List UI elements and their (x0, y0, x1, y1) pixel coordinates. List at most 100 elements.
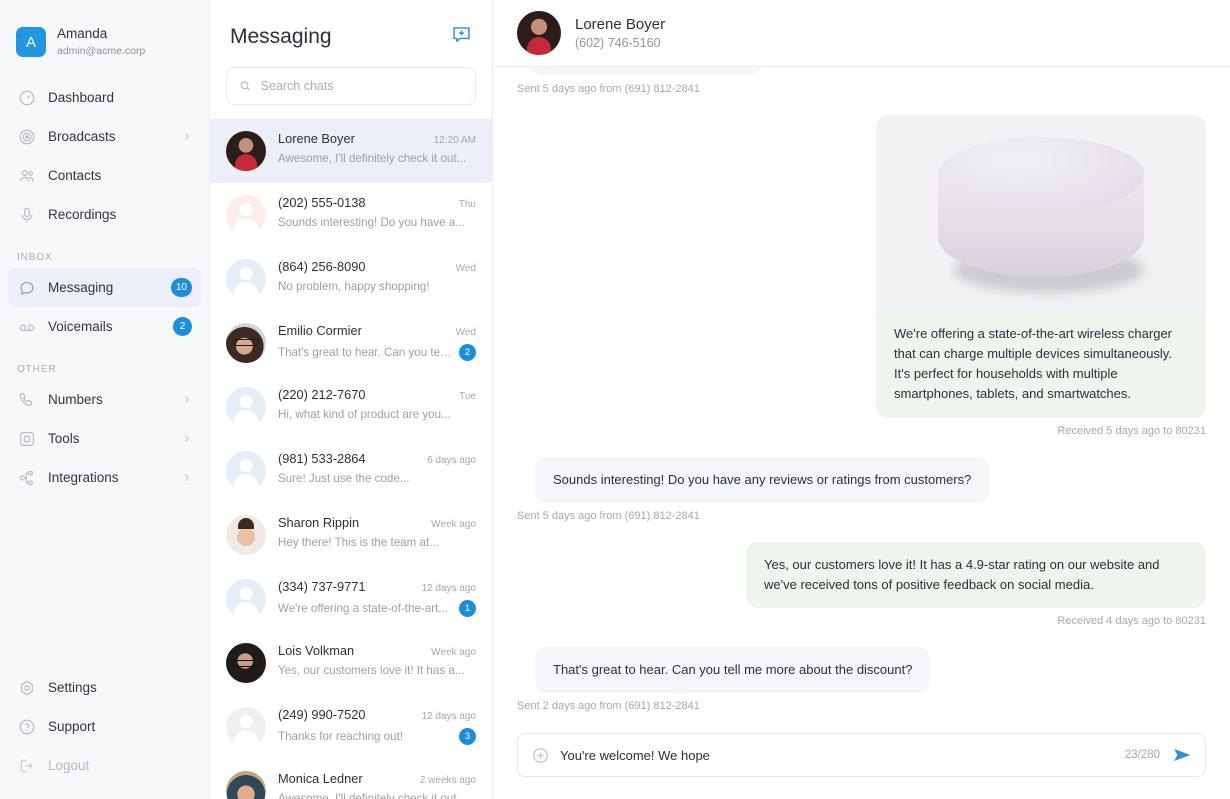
primary-nav: Dashboard Broadcasts Contacts Recordings (0, 78, 209, 234)
sidebar-item-label: Voicemails (48, 319, 113, 334)
sidebar: A Amanda admin@acme.corp Dashboard Broad… (0, 0, 210, 799)
sidebar-item-messaging[interactable]: Messaging 10 (8, 268, 201, 307)
chat-time: 12 days ago (421, 710, 477, 722)
sidebar-item-numbers[interactable]: Numbers (8, 380, 201, 419)
profile-name: Amanda (57, 26, 108, 41)
section-label-inbox: INBOX (17, 252, 53, 263)
sidebar-item-label: Support (48, 719, 96, 734)
avatar (226, 706, 266, 747)
chat-time: 12:20 AM (433, 134, 476, 146)
message-incoming: Sounds interesting! Do you have any revi… (517, 456, 1206, 542)
list-item[interactable]: (334) 737-9771 12 days ago We're offerin… (210, 567, 492, 631)
voicemail-icon (17, 317, 36, 336)
dashboard-icon (17, 88, 36, 107)
conversation-header: Lorene Boyer (602) 746-5160 (493, 0, 1230, 67)
help-circle-icon (17, 717, 36, 736)
list-item[interactable]: Emilio Cormier Wed That's great to hear.… (210, 311, 492, 375)
list-item[interactable]: Lois Volkman Week ago Yes, our customers… (210, 631, 492, 695)
section-label-other: OTHER (17, 364, 57, 375)
chat-time: 6 days ago (427, 454, 476, 466)
message-meta: Sent 5 days ago from (691) 812-2841 (517, 83, 700, 95)
message-text: We're offering a state-of-the-art wirele… (876, 311, 1206, 418)
clipped-message-bubble (528, 67, 763, 75)
user-profile[interactable]: A Amanda admin@acme.corp (0, 12, 209, 64)
list-item[interactable]: (249) 990-7520 12 days ago Thanks for re… (210, 695, 492, 759)
avatar (226, 578, 266, 619)
message-composer[interactable]: 23/280 (517, 733, 1206, 777)
sidebar-item-voicemails[interactable]: Voicemails 2 (8, 307, 201, 346)
list-item[interactable]: (864) 256-8090 Wed No problem, happy sho… (210, 247, 492, 311)
chat-name: Monica Ledner (278, 770, 363, 786)
composer-container: 23/280 (493, 733, 1230, 799)
list-item[interactable]: (220) 212-7670 Tue Hi, what kind of prod… (210, 375, 492, 439)
chat-time: Week ago (431, 646, 476, 658)
message-thread[interactable]: Sent 5 days ago from (691) 812-2841 We'r… (493, 67, 1230, 733)
sidebar-item-integrations[interactable]: Integrations (8, 458, 201, 497)
chat-preview: We're offering a state-of-the-art... (278, 601, 448, 615)
message-input[interactable] (560, 747, 1114, 763)
chat-preview: Sounds interesting! Do you have a... (278, 215, 465, 229)
message-meta: Received 4 days ago to 80231 (1057, 614, 1206, 627)
list-item[interactable]: (981) 533-2864 6 days ago Sure! Just use… (210, 439, 492, 503)
list-item[interactable]: Sharon Rippin Week ago Hey there! This i… (210, 503, 492, 567)
avatar (226, 450, 266, 491)
chevron-right-icon (184, 434, 190, 443)
avatar (226, 322, 266, 363)
chat-time: 12 days ago (421, 582, 477, 594)
chat-name: (202) 555-0138 (278, 194, 366, 210)
chat-time: Week ago (431, 518, 476, 530)
message-text: That's great to hear. Can you tell me mo… (535, 646, 931, 694)
sidebar-item-dashboard[interactable]: Dashboard (8, 78, 201, 117)
search-icon (240, 81, 250, 91)
avatar (226, 770, 266, 799)
chat-name: (864) 256-8090 (278, 258, 366, 274)
sidebar-item-tools[interactable]: Tools (8, 419, 201, 458)
chat-name: Lois Volkman (278, 642, 355, 658)
chat-name: (220) 212-7670 (278, 386, 366, 402)
contact-name: Lorene Boyer (575, 16, 666, 33)
message-text: Yes, our customers love it! It has a 4.9… (746, 541, 1206, 608)
chat-list-panel: Messaging Search chats Lorene Boyer 12:2… (210, 0, 493, 799)
chat-time: Tue (459, 390, 476, 402)
list-item[interactable]: Monica Ledner 2 weeks ago Awesome, I'll … (210, 759, 492, 799)
bottom-nav: Settings Support Logout (0, 668, 209, 799)
broadcast-icon (17, 127, 36, 146)
search-input[interactable] (260, 78, 463, 93)
microphone-icon (17, 205, 36, 224)
inbox-nav: Messaging 10 Voicemails 2 (0, 268, 209, 346)
avatar: A (16, 27, 46, 57)
new-message-icon[interactable] (451, 24, 472, 50)
sidebar-item-contacts[interactable]: Contacts (8, 156, 201, 195)
message-image[interactable] (876, 115, 1206, 311)
sidebar-item-recordings[interactable]: Recordings (8, 195, 201, 234)
list-item[interactable]: (202) 555-0138 Thu Sounds interesting! D… (210, 183, 492, 247)
search-box[interactable] (226, 66, 476, 105)
sidebar-item-logout[interactable]: Logout (8, 746, 201, 785)
search-container (210, 55, 492, 119)
unread-badge: 2 (459, 343, 476, 361)
message-outgoing: Yes, our customers love it! It has a 4.9… (517, 541, 1206, 647)
status-badge: 10 (170, 278, 192, 297)
sidebar-item-label: Settings (48, 680, 97, 695)
sidebar-item-support[interactable]: Support (8, 707, 201, 746)
plus-circle-icon[interactable] (532, 747, 549, 764)
conversation-panel: Lorene Boyer (602) 746-5160 Sent 5 days … (493, 0, 1230, 799)
status-badge: 2 (173, 317, 192, 336)
unread-badge: 1 (459, 599, 476, 617)
message-meta: Sent 5 days ago from (691) 812-2841 (517, 509, 700, 522)
chat-name: (334) 737-9771 (278, 578, 366, 594)
chat-preview: Hi, what kind of product are you... (278, 407, 451, 421)
app-root: A Amanda admin@acme.corp Dashboard Broad… (0, 0, 1230, 799)
product-top (938, 137, 1144, 213)
sidebar-item-label: Numbers (48, 392, 103, 407)
send-icon[interactable] (1171, 744, 1193, 766)
sidebar-item-broadcasts[interactable]: Broadcasts (8, 117, 201, 156)
chat-time: Thu (458, 198, 476, 210)
contact-phone: (602) 746-5160 (575, 36, 661, 50)
list-item[interactable]: Lorene Boyer 12:20 AM Awesome, I'll defi… (210, 118, 492, 183)
page-title: Messaging (230, 25, 332, 49)
message-text: Sounds interesting! Do you have any revi… (535, 456, 990, 503)
chat-name: (981) 533-2864 (278, 450, 366, 466)
sidebar-item-label: Tools (48, 431, 80, 446)
sidebar-item-settings[interactable]: Settings (8, 668, 201, 707)
